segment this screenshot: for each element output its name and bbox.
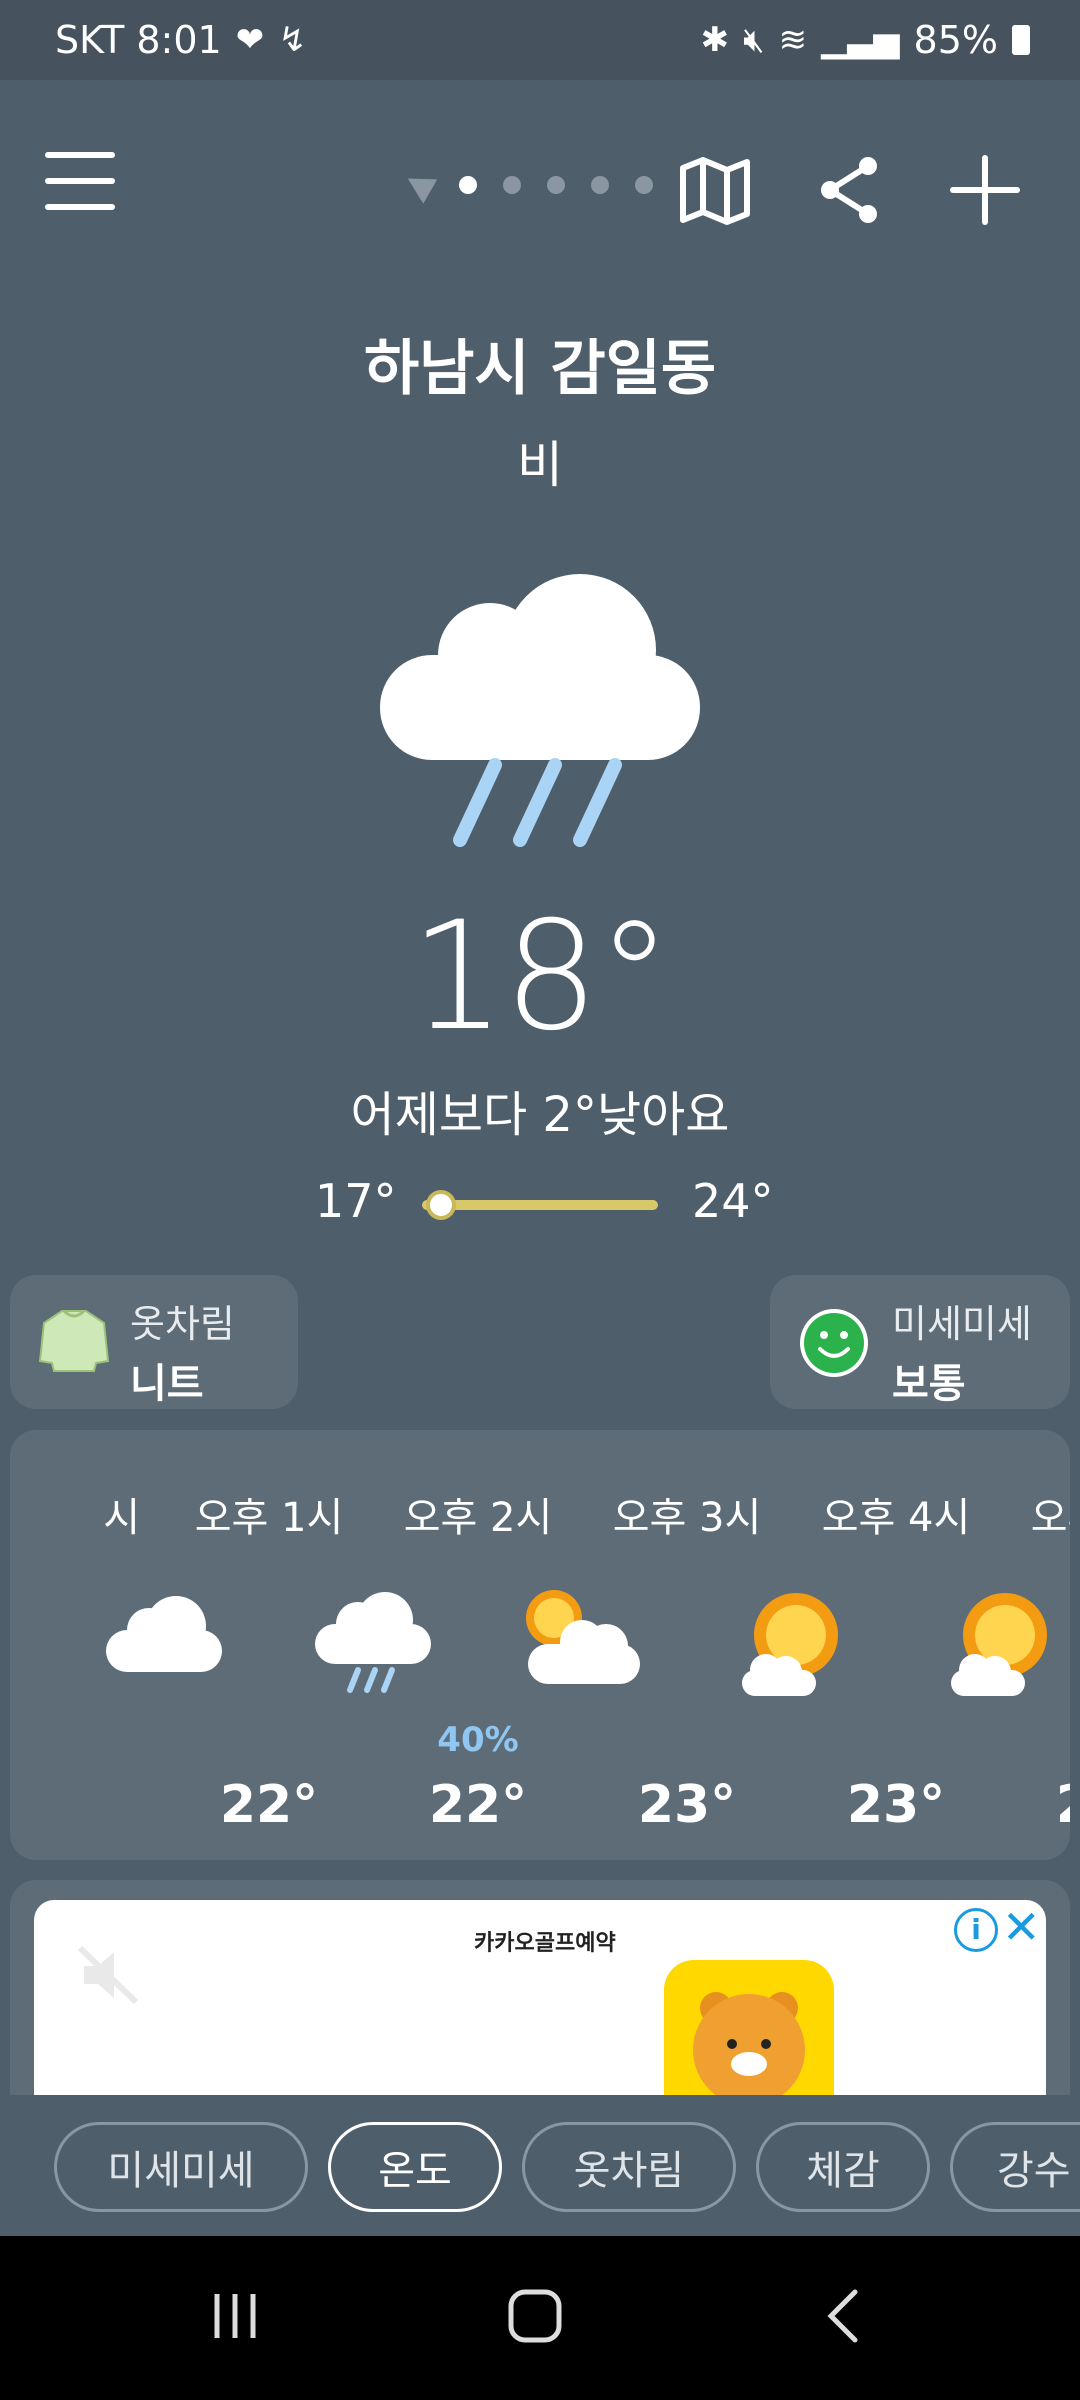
sun-small-cloud-icon xyxy=(951,1593,1047,1696)
current-temp-marker xyxy=(425,1190,456,1220)
hourly-item: 오후 2시 40% 22° xyxy=(268,1430,552,1860)
hourly-item: 오후 1시 22° xyxy=(59,1430,343,1860)
top-bar xyxy=(0,130,1080,250)
heart-icon: ❤ xyxy=(235,20,265,60)
tab-fine-dust[interactable]: 미세미세 xyxy=(54,2122,308,2212)
fine-dust-label: 미세미세 xyxy=(892,1302,1032,1346)
map-icon[interactable] xyxy=(675,150,755,230)
location-arrow-icon xyxy=(400,166,438,204)
tab-feels-like[interactable]: 체감 xyxy=(756,2122,930,2212)
page-dot[interactable] xyxy=(459,176,477,194)
hour-temperature: 24° xyxy=(1000,1775,1070,1835)
cloud-icon xyxy=(106,1596,222,1672)
carrier-time: SKT 8:01 xyxy=(55,18,222,62)
share-icon[interactable] xyxy=(810,150,890,230)
add-icon[interactable] xyxy=(945,150,1025,230)
hourly-item: 오후 3시 23° xyxy=(477,1430,761,1860)
sun-small-cloud-icon xyxy=(742,1593,838,1696)
sun-behind-cloud-icon xyxy=(526,1590,640,1684)
hour-label: 오후 5시 xyxy=(1030,1495,1070,1541)
fine-dust-card[interactable]: 미세미세 보통 xyxy=(770,1275,1070,1409)
rain-cloud-icon xyxy=(380,574,700,847)
yesterday-comparison: 어제보다 2°낮아요 xyxy=(350,1087,730,1143)
weather-condition: 비 xyxy=(517,436,563,494)
battery-icon xyxy=(1012,25,1030,55)
signal-icon: ▁▃▅ xyxy=(821,20,900,60)
mute-icon: 🔇︎ xyxy=(743,20,765,60)
outfit-label: 옷차림 xyxy=(130,1302,235,1346)
sweater-icon xyxy=(38,1309,110,1372)
temperature-range: 17° 24° xyxy=(0,1170,1080,1240)
page-dot[interactable] xyxy=(503,176,521,194)
ad-title: 카카오골프예약 xyxy=(474,1931,616,1956)
hourly-item: 시 xyxy=(10,1430,140,1860)
current-temperature: 18° xyxy=(410,890,672,1064)
page-dot[interactable] xyxy=(635,176,653,194)
smiley-icon xyxy=(800,1309,868,1377)
mute-icon[interactable] xyxy=(74,1940,144,2010)
status-bar: SKT 8:01 ❤ ↯ ✱ 🔇︎ ≋ ▁▃▅ 85% xyxy=(0,0,1080,80)
location-title[interactable]: 하남시 감일동 xyxy=(0,320,1080,407)
menu-button[interactable] xyxy=(45,152,115,212)
bluetooth-icon: ✱ xyxy=(700,20,730,60)
battery-percent: 85% xyxy=(913,18,998,62)
page-dot[interactable] xyxy=(547,176,565,194)
range-bar xyxy=(422,1200,658,1210)
recent-apps-button[interactable] xyxy=(205,2286,265,2346)
category-tabs: 미세미세 온도 옷차림 체감 강수 xyxy=(0,2100,1080,2235)
tab-outfit[interactable]: 옷차림 xyxy=(522,2122,736,2212)
ad-banner[interactable]: 카카오골프예약 i ✕ xyxy=(34,1900,1046,2095)
bear-icon xyxy=(693,1992,805,2095)
page-dot[interactable] xyxy=(591,176,609,194)
tab-precipitation[interactable]: 강수 xyxy=(950,2122,1080,2212)
fine-dust-value: 보통 xyxy=(892,1361,966,1407)
back-button[interactable] xyxy=(815,2286,875,2346)
hourly-forecast[interactable]: 시 오후 1시 22° 오후 2시 40% 22° 오후 3시 23° 오후 4… xyxy=(10,1430,1070,1860)
outfit-card[interactable]: 옷차림 니트 xyxy=(10,1275,298,1409)
outfit-value: 니트 xyxy=(130,1361,204,1407)
hourly-item: 오후 5시 24° xyxy=(895,1430,1070,1860)
ad-container: 카카오골프예약 i ✕ xyxy=(10,1880,1070,2095)
rain-cloud-icon xyxy=(315,1592,431,1693)
wifi-icon: ≋ xyxy=(778,20,808,60)
ad-info-icon[interactable]: i xyxy=(954,1908,998,1952)
tab-temperature[interactable]: 온도 xyxy=(328,2122,502,2212)
hourly-item: 오후 4시 23° xyxy=(686,1430,970,1860)
page-indicator xyxy=(400,166,653,204)
ad-app-logo xyxy=(664,1960,834,2095)
home-button[interactable] xyxy=(505,2286,565,2346)
system-nav-bar xyxy=(0,2236,1080,2400)
notification-icon: ↯ xyxy=(278,20,307,60)
ad-close-icon[interactable]: ✕ xyxy=(1002,1904,1041,1950)
high-temperature: 24° xyxy=(692,1174,774,1228)
low-temperature: 17° xyxy=(315,1174,397,1228)
